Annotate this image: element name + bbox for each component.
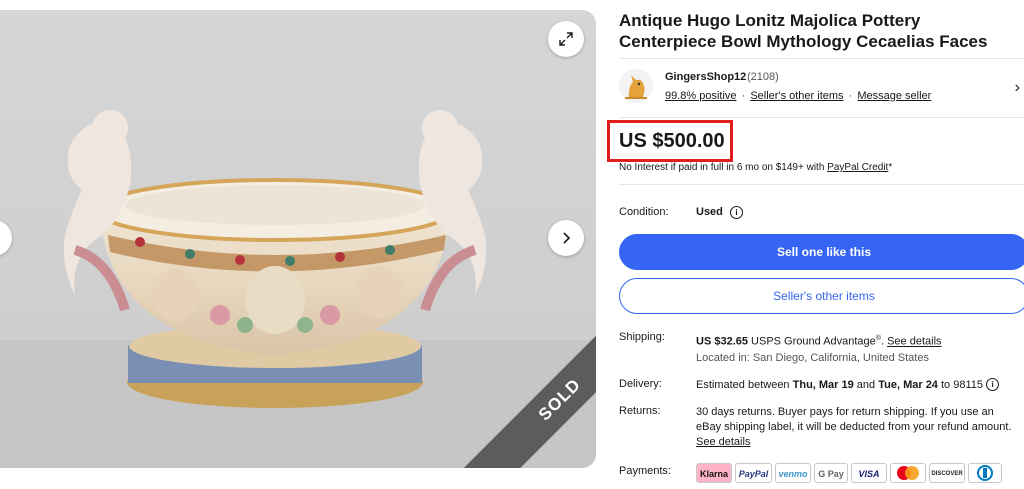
diners-club-icon [968, 463, 1002, 483]
seller-links: 99.8% positive · Seller's other items · … [665, 90, 931, 102]
separator: · [741, 90, 746, 102]
seller-card[interactable]: GingersShop12 (2108) 99.8% positive · Se… [619, 58, 1024, 118]
mastercard-icon [890, 463, 926, 483]
shipping-value: US $32.65 USPS Ground Advantage®. See de… [696, 331, 1021, 350]
condition-value: Used [696, 206, 723, 218]
shipping-details-link[interactable]: See details [887, 336, 941, 348]
divider [619, 184, 1024, 185]
listing-title: Antique Hugo Lonitz Majolica Pottery Cen… [619, 11, 988, 51]
condition-label: Condition: [619, 206, 669, 218]
financing-asterisk: * [888, 162, 893, 173]
venmo-icon: venmo [775, 463, 811, 483]
delivery-end: Tue, Mar 24 [878, 379, 938, 391]
message-seller-link[interactable]: Message seller [857, 90, 931, 102]
discover-icon: DISCOVER [929, 463, 965, 483]
item-photo[interactable] [0, 10, 596, 468]
delivery-and: and [853, 379, 879, 391]
info-icon[interactable]: i [986, 378, 1000, 391]
diners-circle [977, 465, 993, 481]
payments-label: Payments: [619, 465, 671, 477]
shipping-label: Shipping: [619, 331, 665, 343]
seller-avatar[interactable] [619, 69, 653, 103]
delivery-value: Estimated between Thu, Mar 19 and Tue, M… [696, 378, 1021, 393]
next-image-button[interactable] [548, 220, 584, 256]
expand-icon [559, 32, 573, 46]
chevron-right-icon[interactable]: › [1015, 79, 1020, 97]
delivery-start: Thu, Mar 19 [792, 379, 854, 391]
separator: · [848, 90, 853, 102]
item-price: US $500.00 [619, 130, 725, 152]
delivery-label: Delivery: [619, 378, 662, 390]
financing-text: No Interest if paid in full in 6 mo on $… [619, 162, 828, 173]
positive-feedback-link[interactable]: 99.8% positive [665, 90, 737, 102]
mastercard-circles [897, 466, 919, 480]
financing-note: No Interest if paid in full in 6 mo on $… [619, 162, 892, 173]
klarna-icon: Klarna [696, 463, 732, 483]
google-pay-icon: G Pay [814, 463, 848, 483]
expand-image-button[interactable] [548, 21, 584, 57]
image-gallery[interactable]: SOLD [0, 10, 596, 468]
sell-one-like-this-button[interactable]: Sell one like this [619, 234, 1024, 270]
seller-other-items-link[interactable]: Seller's other items [750, 90, 843, 102]
paypal-icon: PayPal [735, 463, 772, 483]
shipping-cost: US $32.65 [696, 335, 748, 348]
paypal-credit-link[interactable]: PayPal Credit [827, 162, 888, 173]
returns-value: 30 days returns. Buyer pays for return s… [696, 405, 1021, 450]
chevron-right-icon [563, 232, 571, 244]
delivery-prefix: Estimated between [696, 379, 793, 391]
dog-avatar-icon [625, 75, 647, 99]
shipping-service: USPS Ground Advantage [747, 335, 876, 348]
item-location: Located in: San Diego, California, Unite… [696, 352, 929, 364]
visa-icon: VISA [851, 463, 887, 483]
seller-name[interactable]: GingersShop12 [665, 71, 746, 83]
sellers-other-items-button[interactable]: Seller's other items [619, 278, 1024, 314]
returns-label: Returns: [619, 405, 661, 417]
seller-feedback-count: (2108) [747, 71, 779, 83]
info-icon[interactable]: i [730, 206, 743, 219]
returns-text: 30 days returns. Buyer pays for return s… [696, 406, 1012, 433]
delivery-suffix: to 98115 [937, 379, 987, 391]
returns-details-link[interactable]: See details [696, 436, 750, 448]
